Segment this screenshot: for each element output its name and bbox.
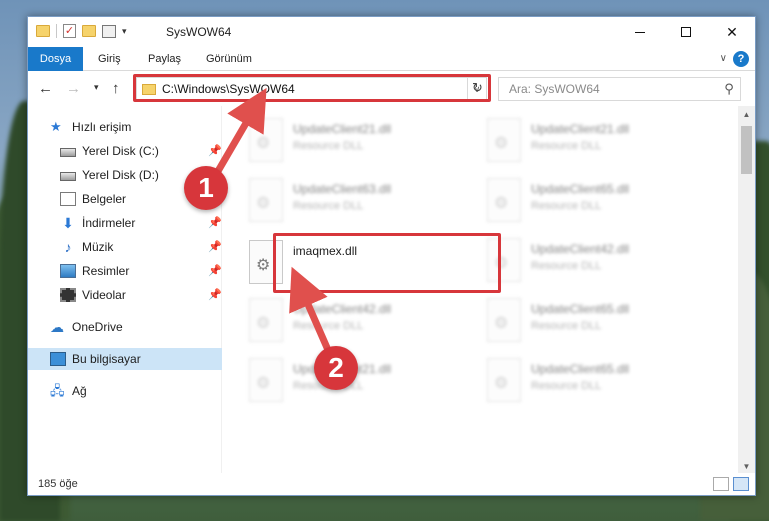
arrow-2 (289, 266, 332, 352)
step-2-badge: 2 (314, 346, 358, 390)
annotation-arrows (210, 87, 332, 352)
arrow-1 (210, 87, 267, 180)
step-1-badge: 1 (184, 166, 228, 210)
